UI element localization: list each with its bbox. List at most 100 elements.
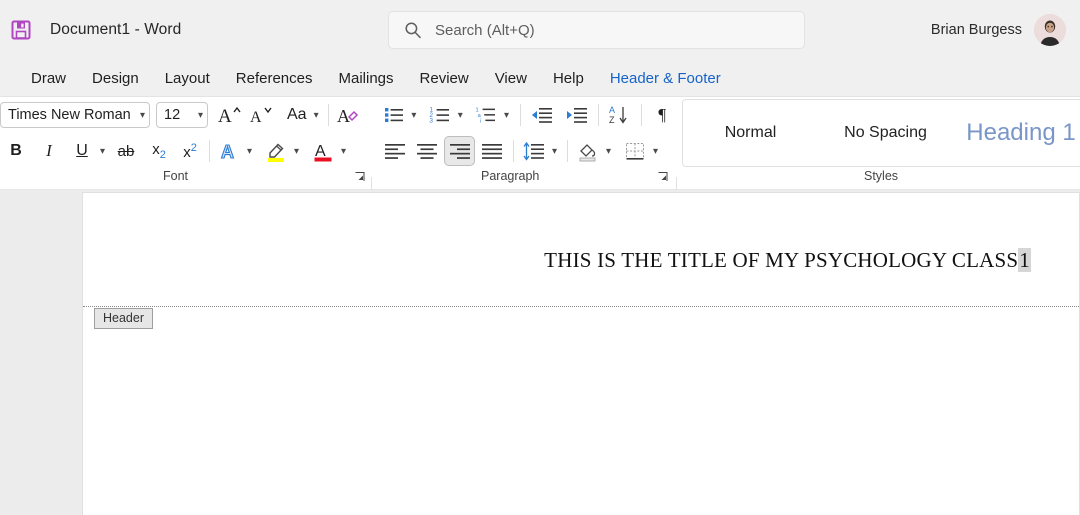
- divider: [598, 104, 599, 126]
- ribbon-group-captions: Font Paragraph Styles: [0, 169, 1080, 190]
- chevron-down-icon[interactable]: ▾: [243, 146, 256, 157]
- font-size-value: 12: [164, 107, 194, 123]
- chevron-down-icon[interactable]: ▾: [454, 110, 467, 121]
- divider: [567, 140, 568, 162]
- underline-label: U: [76, 142, 88, 160]
- tab-review[interactable]: Review: [407, 67, 482, 90]
- chevron-down-icon[interactable]: ▾: [649, 146, 662, 157]
- account-area[interactable]: Brian Burgess: [931, 0, 1066, 60]
- line-spacing-icon[interactable]: [520, 137, 548, 165]
- superscript-button[interactable]: x2: [176, 137, 204, 165]
- chevron-down-icon[interactable]: ▾: [500, 110, 513, 121]
- style-normal-label: Normal: [725, 124, 777, 142]
- decrease-indent-icon[interactable]: [528, 101, 556, 129]
- font-name-value: Times New Roman: [8, 107, 136, 123]
- search-box[interactable]: Search (Alt+Q): [388, 11, 805, 49]
- svg-text:i: i: [480, 118, 481, 124]
- align-right-icon[interactable]: [444, 136, 475, 166]
- chevron-down-icon[interactable]: ▾: [310, 110, 323, 121]
- superscript-index: 2: [191, 142, 197, 154]
- search-placeholder: Search (Alt+Q): [435, 22, 535, 39]
- divider: [641, 104, 642, 126]
- paragraph-group: ▾ 1 2 3 ▾ 1 a i: [380, 97, 676, 169]
- subscript-index: 2: [160, 149, 166, 161]
- header-boundary-line: [83, 306, 1079, 307]
- subscript-base: x: [152, 141, 160, 158]
- borders-icon[interactable]: [621, 137, 649, 165]
- italic-button[interactable]: I: [35, 137, 63, 165]
- text-highlight-button[interactable]: [262, 137, 290, 165]
- change-case-label: Aa: [287, 106, 307, 124]
- divider: [513, 140, 514, 162]
- increase-indent-icon[interactable]: [563, 101, 591, 129]
- tab-draw[interactable]: Draw: [18, 67, 79, 90]
- show-formatting-marks-button[interactable]: ¶: [648, 101, 676, 129]
- bold-button[interactable]: B: [2, 137, 30, 165]
- shrink-font-button[interactable]: A: [248, 101, 276, 129]
- font-size-combo[interactable]: 12 ▾: [156, 102, 208, 128]
- tab-design[interactable]: Design: [79, 67, 152, 90]
- avatar[interactable]: [1034, 14, 1066, 46]
- style-no-spacing[interactable]: No Spacing: [818, 100, 953, 166]
- align-left-icon[interactable]: [380, 137, 410, 165]
- divider: [676, 177, 677, 191]
- svg-text:A: A: [221, 142, 234, 162]
- paragraph-dialog-launcher[interactable]: [657, 170, 669, 182]
- sort-az-icon[interactable]: A Z: [606, 101, 634, 129]
- numbered-list-icon[interactable]: 1 2 3: [426, 101, 454, 129]
- svg-text:Z: Z: [609, 115, 615, 125]
- svg-text:A: A: [337, 106, 350, 126]
- document-page[interactable]: THIS IS THE TITLE OF MY PSYCHOLOGY CLASS…: [82, 192, 1080, 515]
- subscript-button[interactable]: x2: [145, 137, 173, 165]
- text-effects-button[interactable]: A: [215, 137, 243, 165]
- tab-view[interactable]: View: [482, 67, 540, 90]
- align-justify-icon[interactable]: [477, 137, 507, 165]
- style-normal[interactable]: Normal: [683, 100, 818, 166]
- multilevel-list-icon[interactable]: 1 a i: [473, 101, 501, 129]
- change-case-button[interactable]: Aa: [284, 101, 310, 129]
- shading-icon[interactable]: [574, 137, 602, 165]
- pilcrow-icon: ¶: [658, 105, 666, 125]
- chevron-down-icon: ▾: [136, 110, 145, 121]
- chevron-down-icon[interactable]: ▾: [548, 146, 561, 157]
- strikethrough-button[interactable]: ab: [112, 137, 140, 165]
- save-floppy-icon[interactable]: [8, 17, 34, 43]
- font-dialog-launcher[interactable]: [354, 170, 366, 182]
- divider: [520, 104, 521, 126]
- page-number-field[interactable]: 1: [1018, 248, 1031, 272]
- align-center-icon[interactable]: [412, 137, 442, 165]
- style-heading-1-label: Heading 1: [966, 119, 1075, 147]
- account-name: Brian Burgess: [931, 22, 1022, 38]
- grow-font-button[interactable]: A: [216, 101, 244, 129]
- font-color-button[interactable]: A: [309, 137, 337, 165]
- font-name-combo[interactable]: Times New Roman ▾: [0, 102, 150, 128]
- chevron-down-icon[interactable]: ▾: [96, 146, 109, 157]
- svg-text:A: A: [250, 109, 262, 126]
- ribbon-tab-bar: Draw Design Layout References Mailings R…: [0, 60, 1080, 97]
- svg-text:A: A: [315, 143, 326, 160]
- italic-label: I: [46, 141, 52, 161]
- document-title: Document1 - Word: [50, 21, 181, 39]
- tab-references[interactable]: References: [223, 67, 326, 90]
- underline-button[interactable]: U: [68, 137, 96, 165]
- search-icon: [403, 20, 423, 40]
- chevron-down-icon[interactable]: ▾: [337, 146, 350, 157]
- divider: [209, 140, 210, 162]
- tab-layout[interactable]: Layout: [152, 67, 223, 90]
- paragraph-group-caption: Paragraph: [481, 169, 539, 183]
- tab-help[interactable]: Help: [540, 67, 597, 90]
- svg-text:A: A: [218, 106, 232, 127]
- styles-group-caption: Styles: [864, 169, 898, 183]
- font-group-caption: Font: [163, 169, 188, 183]
- style-no-spacing-label: No Spacing: [844, 124, 927, 142]
- header-title-text[interactable]: THIS IS THE TITLE OF MY PSYCHOLOGY CLASS…: [544, 248, 1031, 273]
- bullet-list-icon[interactable]: [380, 101, 408, 129]
- font-group: Times New Roman ▾ 12 ▾ A A: [0, 97, 362, 169]
- chevron-down-icon[interactable]: ▾: [290, 146, 303, 157]
- clear-formatting-icon[interactable]: A: [334, 101, 362, 129]
- chevron-down-icon[interactable]: ▾: [602, 146, 615, 157]
- chevron-down-icon[interactable]: ▾: [408, 110, 421, 121]
- tab-mailings[interactable]: Mailings: [325, 67, 406, 90]
- style-heading-1[interactable]: Heading 1: [953, 100, 1080, 166]
- tab-header-and-footer[interactable]: Header & Footer: [597, 67, 734, 90]
